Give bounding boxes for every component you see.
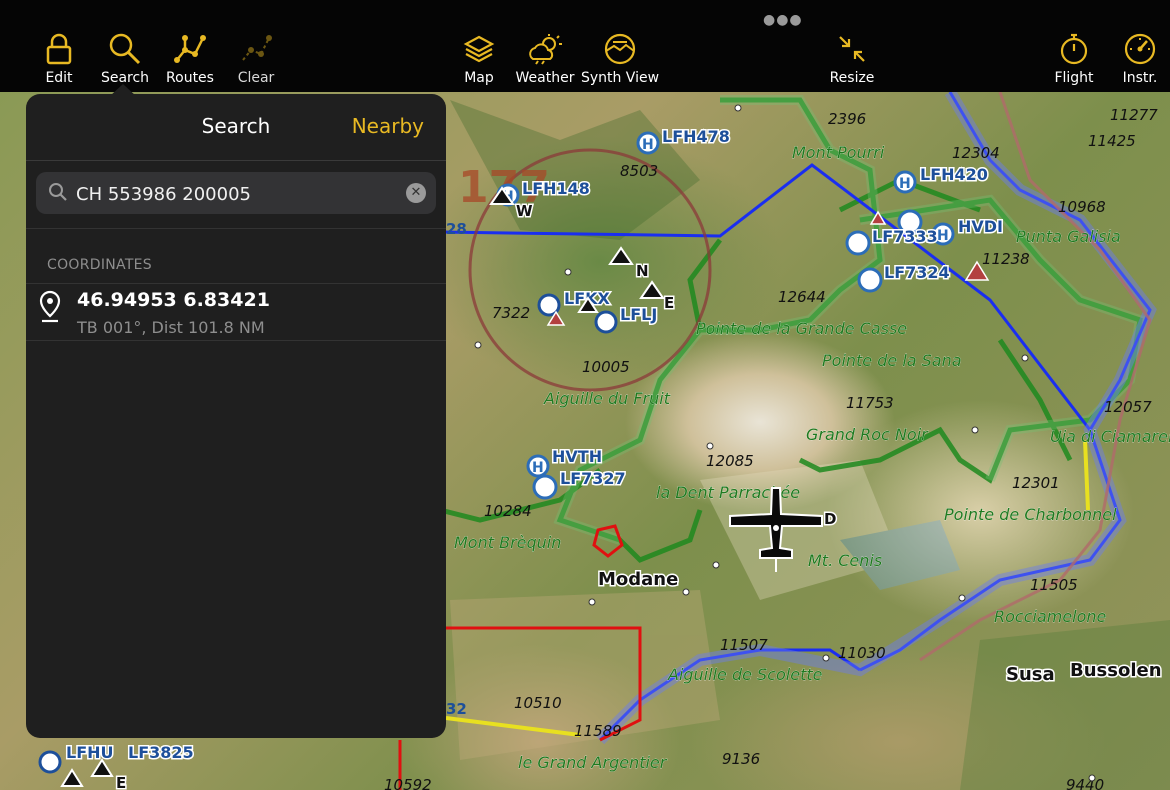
weather-icon <box>505 30 585 68</box>
svg-text:H: H <box>899 176 911 192</box>
terrain-label: Pointe de la Sana <box>822 351 962 370</box>
divider <box>26 340 446 341</box>
terrain-label: Uia di Ciamarel <box>1050 427 1170 446</box>
terrain-label: Pointe de Charbonnel <box>944 505 1117 524</box>
terrain-label: Punta Galisia <box>1016 227 1121 246</box>
elevation-label: 9136 <box>722 750 760 768</box>
elevation-label: 12057 <box>1104 398 1152 416</box>
elevation-label: 10005 <box>582 358 630 376</box>
elevation-label: 12304 <box>952 144 1000 162</box>
elevation-label: 12644 <box>778 288 826 306</box>
resize-button[interactable]: Resize <box>812 30 892 86</box>
location-pin-icon <box>38 290 62 328</box>
instruments-label: Instr. <box>1122 70 1158 86</box>
weather-button[interactable]: Weather <box>505 30 585 86</box>
search-input[interactable] <box>74 172 398 216</box>
place-label: Bussolen <box>1070 660 1162 681</box>
heliport-label: LFH420 <box>920 165 988 184</box>
terrain-label: Rocciamelone <box>994 607 1107 626</box>
gauge-icon <box>1100 30 1170 68</box>
synth-view-button[interactable]: Synth View <box>580 30 660 86</box>
waypoint-label: E <box>664 294 674 312</box>
terrain-label: Mont Pourri <box>792 143 885 162</box>
clear-icon <box>216 30 296 68</box>
svg-text:H: H <box>642 137 654 153</box>
heliport-label: LF7333 <box>872 227 938 246</box>
elevation-label: 12301 <box>1012 474 1060 492</box>
instruments-button[interactable]: Instr. <box>1100 30 1170 86</box>
result-bearing-distance: TB 001°, Dist 101.8 NM <box>77 318 265 337</box>
clear-search-button[interactable]: ✕ <box>406 183 426 203</box>
heliport-label: LFH148 <box>522 179 590 198</box>
section-header: COORDINATES <box>47 257 152 273</box>
airport-label: LFHU <box>66 743 114 762</box>
place-label: Modane <box>598 569 678 590</box>
svg-text:H: H <box>532 460 544 476</box>
elevation-label: 9440 <box>1066 776 1104 790</box>
elevation-label: 11753 <box>846 394 894 412</box>
terrain-label: Aiguille de Scolette <box>667 665 823 684</box>
elevation-label: 11238 <box>982 250 1030 268</box>
heliport-label: LF3825 <box>128 743 194 762</box>
weather-label: Weather <box>515 70 575 86</box>
elevation-label: 10510 <box>514 694 562 712</box>
top-toolbar: ●●● Edit Search Routes Clear Map Weather… <box>0 0 1170 92</box>
coordinate-result-item[interactable]: 46.94953 6.83421 TB 001°, Dist 101.8 NM <box>26 284 446 340</box>
elevation-label: 11277 <box>1110 106 1158 124</box>
waypoint-label: W <box>516 202 533 220</box>
elevation-label: 2396 <box>828 110 866 128</box>
terrain-label: Pointe de la Grande Casse <box>696 319 907 338</box>
divider <box>26 228 446 229</box>
synth-view-icon <box>580 30 660 68</box>
heliport-label: HVDI <box>958 217 1003 236</box>
drag-handle-icon[interactable]: ●●● <box>763 12 803 28</box>
search-field[interactable]: ✕ <box>36 172 436 216</box>
resize-icon <box>812 30 892 68</box>
heliport-label: LF7324 <box>884 263 950 282</box>
elevation-label: 11589 <box>574 722 622 740</box>
clear-label: Clear <box>237 70 275 86</box>
divider <box>26 160 446 161</box>
heliport-label: HVTH <box>552 447 602 466</box>
resize-label: Resize <box>829 70 875 86</box>
search-icon <box>48 182 68 206</box>
result-coordinates: 46.94953 6.83421 <box>77 289 270 311</box>
elevation-label: 10592 <box>384 776 432 790</box>
heliport-label: LF7327 <box>560 469 626 488</box>
place-label: Susa <box>1006 664 1055 685</box>
airport-label: LFLJ <box>620 305 657 324</box>
elevation-label: 7322 <box>492 304 530 322</box>
elevation-label: 11425 <box>1088 132 1136 150</box>
waypoint-label: N <box>636 262 649 280</box>
search-popover: Search Nearby ✕ COORDINATES 46.94953 6.8… <box>26 94 446 738</box>
terrain-label: le Grand Argentier <box>518 753 668 772</box>
elevation-label: 11505 <box>1030 576 1078 594</box>
terrain-label: Mt. Cenis <box>808 551 882 570</box>
elevation-label: 8503 <box>620 162 658 180</box>
nearby-button[interactable]: Nearby <box>352 114 424 138</box>
airspace-label: 28 <box>446 220 467 238</box>
clear-button[interactable]: Clear <box>216 30 296 86</box>
waypoint-label: E <box>116 774 126 790</box>
terrain-label: Mont Brèquin <box>454 533 561 552</box>
heliport-label: LFH478 <box>662 127 730 146</box>
elevation-label: 12085 <box>706 452 754 470</box>
waypoint-label: D <box>824 510 836 528</box>
airspace-label: 32 <box>446 700 467 718</box>
elevation-label: 10284 <box>484 502 532 520</box>
elevation-label: 11507 <box>720 636 768 654</box>
terrain-label: Aiguille du Fruit <box>543 389 671 408</box>
elevation-label: 11030 <box>838 644 886 662</box>
elevation-label: 10968 <box>1058 198 1106 216</box>
synth-view-label: Synth View <box>580 70 660 86</box>
terrain-label: Grand Roc Noir <box>806 425 929 444</box>
svg-text:H: H <box>937 228 949 244</box>
